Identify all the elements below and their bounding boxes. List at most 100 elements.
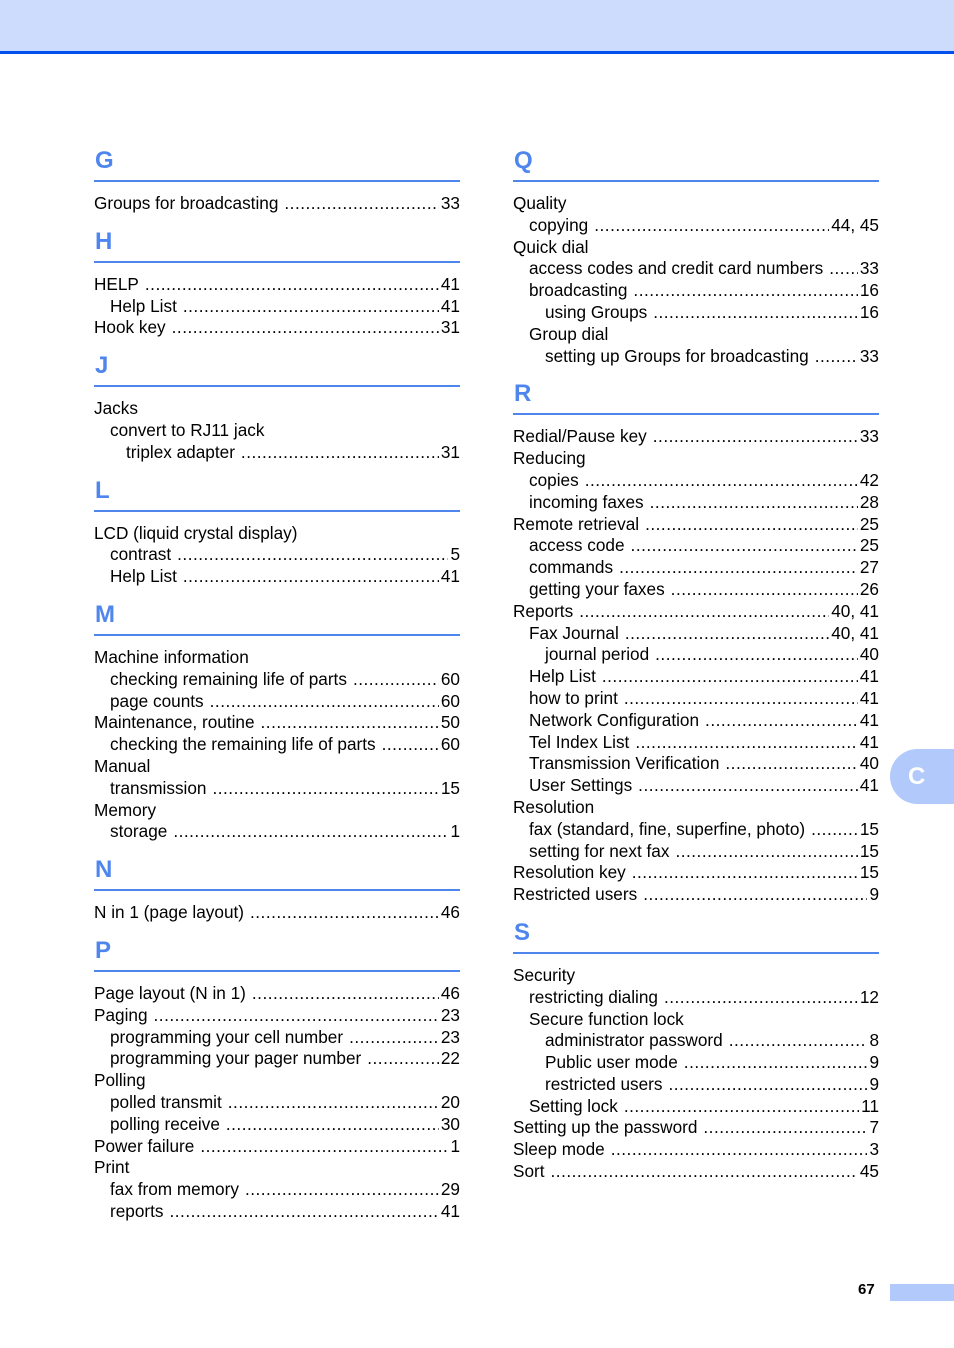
page-reference[interactable]: 15 xyxy=(441,778,460,800)
index-entry[interactable]: restricting dialing 12 xyxy=(513,987,879,1009)
index-entry[interactable]: restricted users 9 xyxy=(513,1074,879,1096)
page-reference[interactable]: 15 xyxy=(860,862,879,884)
index-entry[interactable]: incoming faxes 28 xyxy=(513,492,879,514)
page-reference[interactable]: 41 xyxy=(860,688,879,710)
index-entry[interactable]: N in 1 (page layout) 46 xyxy=(94,902,460,924)
page-reference[interactable]: 44, 45 xyxy=(831,215,879,237)
page-reference[interactable]: 41 xyxy=(860,666,879,688)
page-reference[interactable]: 16 xyxy=(860,302,879,324)
page-reference[interactable]: 1 xyxy=(450,1136,460,1158)
index-entry[interactable]: Network Configuration 41 xyxy=(513,710,879,732)
index-entry[interactable]: Public user mode 9 xyxy=(513,1052,879,1074)
page-reference[interactable]: 22 xyxy=(441,1048,460,1070)
index-entry[interactable]: programming your cell number 23 xyxy=(94,1027,460,1049)
page-reference[interactable]: 23 xyxy=(441,1005,460,1027)
index-entry[interactable]: copies 42 xyxy=(513,470,879,492)
index-entry[interactable]: how to print 41 xyxy=(513,688,879,710)
index-entry[interactable]: Transmission Verification 40 xyxy=(513,753,879,775)
index-entry[interactable]: programming your pager number 22 xyxy=(94,1048,460,1070)
index-entry[interactable]: getting your faxes 26 xyxy=(513,579,879,601)
page-reference[interactable]: 1 xyxy=(450,821,460,843)
page-reference[interactable]: 9 xyxy=(869,884,879,906)
index-entry[interactable]: Help List 41 xyxy=(94,566,460,588)
index-entry[interactable]: transmission 15 xyxy=(94,778,460,800)
page-reference[interactable]: 41 xyxy=(441,566,460,588)
index-entry[interactable]: Setting up the password 7 xyxy=(513,1117,879,1139)
page-reference[interactable]: 46 xyxy=(441,983,460,1005)
page-reference[interactable]: 25 xyxy=(860,535,879,557)
index-entry[interactable]: using Groups 16 xyxy=(513,302,879,324)
page-reference[interactable]: 40 xyxy=(860,644,879,666)
page-reference[interactable]: 33 xyxy=(860,346,879,368)
index-entry[interactable]: Page layout (N in 1) 46 xyxy=(94,983,460,1005)
index-entry[interactable]: access codes and credit card numbers 33 xyxy=(513,258,879,280)
page-reference[interactable]: 60 xyxy=(441,734,460,756)
index-entry[interactable]: copying 44, 45 xyxy=(513,215,879,237)
index-entry[interactable]: Maintenance, routine 50 xyxy=(94,712,460,734)
page-reference[interactable]: 45 xyxy=(860,1161,879,1183)
page-reference[interactable]: 15 xyxy=(860,819,879,841)
page-reference[interactable]: 42 xyxy=(860,470,879,492)
page-reference[interactable]: 40, 41 xyxy=(831,601,879,623)
page-reference[interactable]: 23 xyxy=(441,1027,460,1049)
page-reference[interactable]: 8 xyxy=(869,1030,879,1052)
index-entry[interactable]: Hook key 31 xyxy=(94,317,460,339)
page-reference[interactable]: 7 xyxy=(869,1117,879,1139)
index-entry[interactable]: checking remaining life of parts 60 xyxy=(94,669,460,691)
page-reference[interactable]: 16 xyxy=(860,280,879,302)
page-reference[interactable]: 31 xyxy=(441,317,460,339)
page-reference[interactable]: 46 xyxy=(441,902,460,924)
index-entry[interactable]: Resolution key 15 xyxy=(513,862,879,884)
index-entry[interactable]: User Settings 41 xyxy=(513,775,879,797)
index-entry[interactable]: Sort 45 xyxy=(513,1161,879,1183)
page-reference[interactable]: 33 xyxy=(441,193,460,215)
index-entry[interactable]: Sleep mode 3 xyxy=(513,1139,879,1161)
page-reference[interactable]: 15 xyxy=(860,841,879,863)
index-entry[interactable]: Help List 41 xyxy=(513,666,879,688)
page-reference[interactable]: 27 xyxy=(860,557,879,579)
index-entry[interactable]: Paging 23 xyxy=(94,1005,460,1027)
index-entry[interactable]: fax from memory 29 xyxy=(94,1179,460,1201)
page-reference[interactable]: 60 xyxy=(441,691,460,713)
page-reference[interactable]: 25 xyxy=(860,514,879,536)
page-reference[interactable]: 5 xyxy=(450,544,460,566)
page-reference[interactable]: 60 xyxy=(441,669,460,691)
page-reference[interactable]: 50 xyxy=(441,712,460,734)
index-entry[interactable]: access code 25 xyxy=(513,535,879,557)
page-reference[interactable]: 40, 41 xyxy=(831,623,879,645)
page-reference[interactable]: 41 xyxy=(441,296,460,318)
page-reference[interactable]: 31 xyxy=(441,442,460,464)
index-entry[interactable]: fax (standard, fine, superfine, photo) 15 xyxy=(513,819,879,841)
index-entry[interactable]: Power failure 1 xyxy=(94,1136,460,1158)
page-reference[interactable]: 29 xyxy=(441,1179,460,1201)
page-reference[interactable]: 40 xyxy=(860,753,879,775)
index-entry[interactable]: commands 27 xyxy=(513,557,879,579)
chapter-tab-c[interactable]: C xyxy=(890,749,954,804)
page-reference[interactable]: 41 xyxy=(441,274,460,296)
page-reference[interactable]: 28 xyxy=(860,492,879,514)
page-reference[interactable]: 12 xyxy=(860,987,879,1009)
page-reference[interactable]: 11 xyxy=(861,1096,879,1118)
page-reference[interactable]: 30 xyxy=(441,1114,460,1136)
index-entry[interactable]: Help List 41 xyxy=(94,296,460,318)
index-entry[interactable]: Restricted users 9 xyxy=(513,884,879,906)
index-entry[interactable]: page counts 60 xyxy=(94,691,460,713)
index-entry[interactable]: polled transmit 20 xyxy=(94,1092,460,1114)
index-entry[interactable]: journal period 40 xyxy=(513,644,879,666)
index-entry[interactable]: Remote retrieval 25 xyxy=(513,514,879,536)
index-entry[interactable]: Redial/Pause key 33 xyxy=(513,426,879,448)
page-reference[interactable]: 9 xyxy=(869,1074,879,1096)
index-entry[interactable]: storage 1 xyxy=(94,821,460,843)
index-entry[interactable]: reports 41 xyxy=(94,1201,460,1223)
index-entry[interactable]: Tel Index List 41 xyxy=(513,732,879,754)
index-entry[interactable]: triplex adapter 31 xyxy=(94,442,460,464)
page-reference[interactable]: 33 xyxy=(860,426,879,448)
page-reference[interactable]: 41 xyxy=(860,775,879,797)
index-entry[interactable]: Reports 40, 41 xyxy=(513,601,879,623)
index-entry[interactable]: Fax Journal 40, 41 xyxy=(513,623,879,645)
index-entry[interactable]: broadcasting 16 xyxy=(513,280,879,302)
index-entry[interactable]: polling receive 30 xyxy=(94,1114,460,1136)
index-entry[interactable]: setting up Groups for broadcasting 33 xyxy=(513,346,879,368)
index-entry[interactable]: Setting lock 11 xyxy=(513,1096,879,1118)
index-entry[interactable]: administrator password 8 xyxy=(513,1030,879,1052)
